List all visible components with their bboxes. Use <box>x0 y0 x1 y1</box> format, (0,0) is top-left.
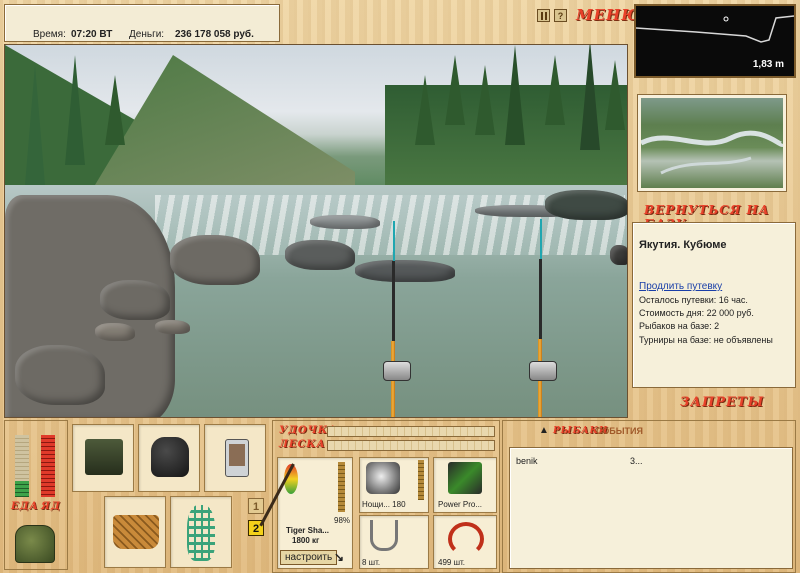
hook-slot[interactable]: 8 шт. <box>359 515 429 569</box>
line-spool-icon <box>448 462 482 494</box>
line-tension-bar <box>327 440 495 451</box>
tournaments-status: Турниры на базе: не объявлены <box>639 335 773 345</box>
line-slot[interactable]: Power Pro... <box>433 457 497 513</box>
tree <box>415 75 435 145</box>
tree <box>445 55 465 125</box>
menu-button[interactable]: МЕНЮ <box>576 6 642 24</box>
list-item-name[interactable]: benik <box>516 456 538 466</box>
fishers-on-base: Рыбаков на базе: 2 <box>639 321 720 331</box>
rock <box>95 323 135 341</box>
extend-trip-link[interactable]: Продлить путевку <box>639 281 722 292</box>
food-meter <box>15 481 29 497</box>
rod-slot[interactable]: 98% Tiger Sha... 1800 кг настроить ↘ <box>259 457 353 569</box>
location-name: Якутия. Кубюме <box>639 239 727 251</box>
rock <box>155 320 190 334</box>
rod-condition-meter <box>338 462 345 512</box>
picnic-basket-icon <box>113 515 159 549</box>
reel-icon <box>529 361 557 381</box>
arrow-icon[interactable]: ↘ <box>334 550 344 564</box>
line-label: ЛЕСКА <box>279 439 326 450</box>
money-label: Деньги: <box>129 29 165 40</box>
poison-meter <box>41 435 55 497</box>
keepnet-slot[interactable] <box>170 496 232 568</box>
backpack-icon <box>151 437 189 477</box>
tree <box>105 75 125 145</box>
tree <box>65 55 85 165</box>
money-value: 236 178 058 руб. <box>175 29 254 40</box>
tree <box>545 55 565 125</box>
rock <box>545 190 627 220</box>
tree <box>25 65 45 185</box>
location-photo <box>638 95 786 191</box>
tree <box>475 65 495 135</box>
events-arrow-icon: ▲ <box>539 425 549 436</box>
depth-panel: 1,83 m <box>634 4 796 78</box>
events-panel: ▲ РЫБАКИ СОБЫТИЯ benik 3... <box>502 420 796 573</box>
tree <box>580 45 600 150</box>
keepnet-icon <box>187 505 215 561</box>
meters-panel: ЕДА ЯД <box>4 420 68 570</box>
bobber-marker-icon <box>723 16 729 22</box>
rod-slot-1-button[interactable]: 1 <box>248 498 264 514</box>
backpack-slot[interactable] <box>138 424 200 492</box>
pause-button[interactable] <box>537 9 550 22</box>
fishing-rod-1[interactable] <box>381 221 411 417</box>
rock <box>15 345 105 405</box>
tackle-box-icon <box>85 439 123 475</box>
time-label: Время: <box>33 29 66 40</box>
remaining-time: Осталось путевки: 16 час. <box>639 295 748 305</box>
bans-button[interactable]: ЗАПРЕТЫ <box>680 395 764 410</box>
bait-count: 499 шт. <box>438 558 465 567</box>
phone-slot[interactable] <box>204 424 266 492</box>
tree <box>605 60 625 130</box>
tab-events[interactable]: СОБЫТИЯ <box>596 426 643 436</box>
poison-label: ЯД <box>41 501 61 512</box>
reel-name: Нощи... 180 <box>362 500 406 509</box>
rock <box>170 235 260 285</box>
rod-condition: 98% <box>334 516 351 525</box>
rock <box>285 240 355 270</box>
setup-button[interactable]: настроить <box>280 550 338 565</box>
rod-name: Tiger Sha... <box>286 526 329 535</box>
reel-condition-meter <box>418 460 424 500</box>
reel-icon <box>383 361 411 381</box>
bait-slot[interactable]: 499 шт. <box>433 515 497 569</box>
fishing-scene[interactable] <box>4 44 628 418</box>
rock <box>610 245 627 265</box>
depth-value: 1,83 m <box>752 59 784 70</box>
tree <box>505 45 525 145</box>
worm-bait-icon <box>448 522 484 556</box>
status-bar: Время: 07:20 ВТ Деньги: 236 178 058 руб. <box>4 4 280 42</box>
rock <box>100 280 170 320</box>
reel-slot[interactable]: Нощи... 180 <box>359 457 429 513</box>
line-name: Power Pro... <box>438 500 483 509</box>
fishing-rod-2[interactable] <box>525 219 557 417</box>
day-cost: Стоимость дня: 22 000 руб. <box>639 308 754 318</box>
help-button[interactable]: ? <box>554 9 567 22</box>
picnic-basket-slot[interactable] <box>104 496 166 568</box>
rock <box>310 215 380 229</box>
reel-item-icon <box>366 462 400 494</box>
hook-count: 8 шт. <box>362 558 381 567</box>
location-info: Якутия. Кубюме Продлить путевку Осталось… <box>632 222 796 388</box>
bag-icon[interactable] <box>15 525 55 563</box>
time-value: 07:20 ВТ <box>71 29 113 40</box>
rod-tension-bar <box>327 426 495 437</box>
food-label: ЕДА <box>11 501 39 512</box>
rod-capacity: 1800 кг <box>292 536 320 545</box>
hook-icon <box>370 520 398 551</box>
events-list: benik 3... <box>509 447 793 569</box>
rod-panel: УДОЧКА ЛЕСКА 98% Tiger Sha... 1800 кг на… <box>259 420 500 573</box>
tackle-box-slot[interactable] <box>72 424 134 492</box>
list-item-value: 3... <box>630 456 643 466</box>
phone-icon <box>225 439 249 477</box>
pause-icon <box>541 12 543 20</box>
